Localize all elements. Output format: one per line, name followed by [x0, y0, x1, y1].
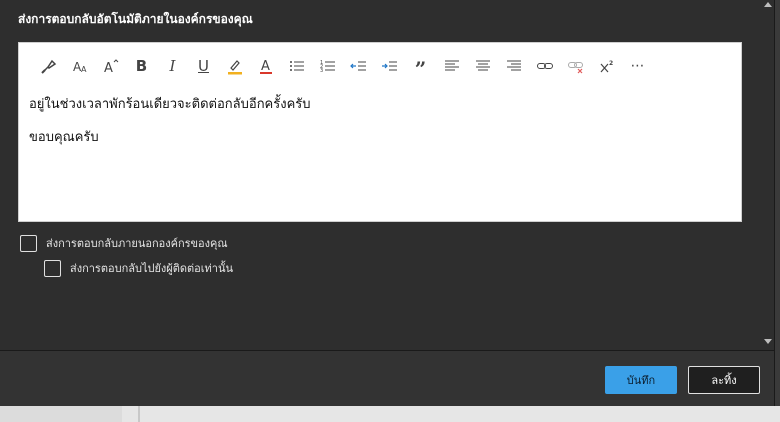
font-size-button[interactable]: AA: [64, 53, 95, 79]
message-editor[interactable]: AA A B I U A 1 2 3 ” 2 ⋯ อยู่ในช่วงเวลาพ…: [18, 42, 742, 222]
font-color-button[interactable]: A: [250, 53, 281, 79]
background-divider: [138, 406, 140, 422]
superscript-icon: 2: [598, 57, 616, 75]
scroll-up-arrow[interactable]: [764, 2, 772, 7]
scroll-down-arrow[interactable]: [764, 339, 772, 344]
font-size-icon: AA: [71, 57, 89, 75]
superscript-button[interactable]: 2: [591, 53, 622, 79]
format-painter-icon: [40, 57, 58, 75]
contacts-only-checkbox[interactable]: [44, 259, 61, 277]
align-center-icon: [474, 57, 492, 75]
increase-font-size-button[interactable]: A: [95, 53, 126, 79]
numbering-icon: 123: [319, 57, 337, 75]
discard-button[interactable]: ละทิ้ง: [688, 366, 760, 394]
bold-icon: B: [135, 57, 148, 75]
message-line: ขอบคุณครับ: [29, 130, 99, 145]
contacts-only-label: ส่งการตอบกลับไปยังผู้ติดต่อเท่านั้น: [70, 262, 233, 275]
italic-button[interactable]: I: [157, 53, 188, 79]
external-reply-option[interactable]: ส่งการตอบกลับภายนอกองค์กรของคุณ: [20, 234, 228, 252]
contacts-only-option[interactable]: ส่งการตอบกลับไปยังผู้ติดต่อเท่านั้น: [44, 259, 233, 277]
bullets-button[interactable]: [281, 53, 312, 79]
formatting-toolbar: AA A B I U A 1 2 3 ” 2 ⋯: [33, 53, 653, 79]
more-icon: ⋯: [630, 58, 645, 74]
external-reply-checkbox[interactable]: [20, 234, 37, 252]
align-left-icon: [443, 57, 461, 75]
bullets-icon: [288, 57, 306, 75]
external-reply-label: ส่งการตอบกลับภายนอกองค์กรของคุณ: [46, 237, 228, 250]
underline-button[interactable]: U: [188, 53, 219, 79]
remove-link-button[interactable]: [560, 53, 591, 79]
background-strip: [0, 406, 780, 422]
align-right-icon: [505, 57, 523, 75]
svg-text:A: A: [261, 59, 270, 74]
align-right-button[interactable]: [498, 53, 529, 79]
highlight-button[interactable]: [219, 53, 250, 79]
message-body[interactable]: อยู่ในช่วงเวลาพักร้อนเดียวจะติดต่อกลับอี…: [29, 97, 311, 163]
align-center-button[interactable]: [467, 53, 498, 79]
align-left-button[interactable]: [436, 53, 467, 79]
decrease-indent-icon: [349, 57, 368, 75]
italic-icon: I: [169, 57, 176, 75]
svg-text:A: A: [104, 61, 113, 75]
dialog-footer: บันทึก ละทิ้ง: [0, 351, 774, 406]
link-icon: [536, 57, 554, 75]
auto-reply-dialog: ส่งการตอบกลับอัตโนมัติภายในองค์กรของคุณ …: [0, 0, 775, 406]
insert-link-button[interactable]: [529, 53, 560, 79]
svg-text:3: 3: [320, 68, 323, 74]
dialog-title: ส่งการตอบกลับอัตโนมัติภายในองค์กรของคุณ: [18, 12, 253, 26]
message-line: อยู่ในช่วงเวลาพักร้อนเดียวจะติดต่อกลับอี…: [29, 97, 311, 112]
increase-font-size-icon: A: [102, 57, 120, 75]
svg-text:A: A: [81, 65, 87, 74]
font-color-icon: A: [257, 57, 275, 75]
underline-icon: U: [198, 57, 209, 75]
more-options-button[interactable]: ⋯: [622, 53, 653, 79]
save-button[interactable]: บันทึก: [605, 366, 677, 394]
background-segment: [0, 406, 122, 422]
format-painter-button[interactable]: [33, 53, 64, 79]
increase-indent-icon: [381, 57, 399, 75]
svg-text:2: 2: [609, 60, 613, 67]
highlight-icon: [226, 57, 244, 75]
decrease-indent-button[interactable]: [343, 53, 374, 79]
unlink-icon: [567, 57, 585, 75]
numbering-button[interactable]: 123: [312, 53, 343, 79]
quote-icon: ”: [414, 57, 427, 81]
bold-button[interactable]: B: [126, 53, 157, 79]
increase-indent-button[interactable]: [374, 53, 405, 79]
quote-button[interactable]: ”: [405, 53, 436, 79]
